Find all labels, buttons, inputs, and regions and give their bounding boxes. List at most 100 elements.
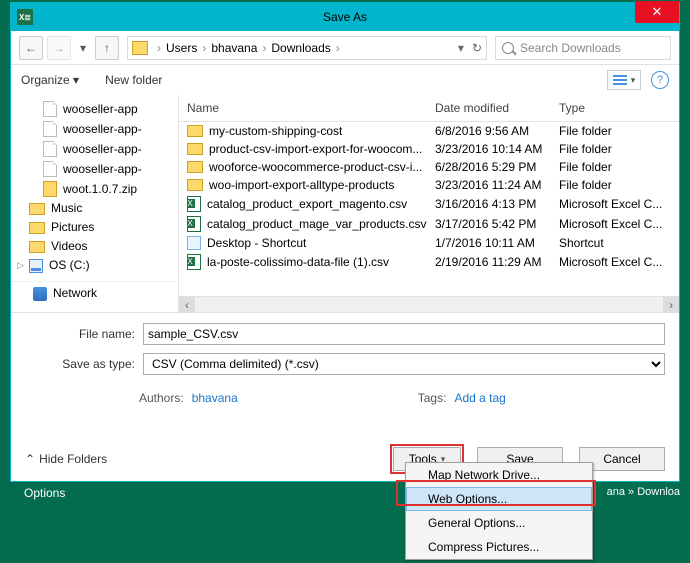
sidebar-item-network[interactable]: Network	[11, 281, 178, 303]
history-dropdown[interactable]: ▾	[75, 36, 91, 60]
sidebar-item[interactable]: wooseller-app	[11, 99, 178, 119]
separator: ›	[154, 41, 164, 55]
file-name: Desktop - Shortcut	[207, 236, 306, 250]
sidebar-item-label: Network	[53, 286, 97, 301]
tags-label: Tags:	[418, 391, 447, 405]
filename-label: File name:	[25, 327, 143, 341]
sidebar-item-label: wooseller-app	[63, 102, 138, 117]
organize-menu[interactable]: Organize ▾	[21, 73, 79, 87]
sidebar-item[interactable]: wooseller-app-	[11, 159, 178, 179]
crumb-downloads[interactable]: Downloads	[271, 41, 330, 55]
file-row[interactable]: la-poste-colissimo-data-file (1).csv2/19…	[179, 252, 679, 272]
sidebar-item[interactable]: ▷OS (C:)	[11, 256, 178, 275]
menu-item[interactable]: Map Network Drive...	[406, 463, 592, 487]
addr-dropdown[interactable]: ▾	[458, 41, 464, 55]
dialog-title: Save As	[323, 10, 367, 24]
file-name: my-custom-shipping-cost	[209, 124, 342, 138]
nav-bar: ← → ▾ ↑ › Users › bhavana › Downloads › …	[11, 31, 679, 65]
backstage-options[interactable]: Options	[10, 478, 79, 508]
sidebar-item-label: wooseller-app-	[63, 122, 142, 137]
file-name: wooforce-woocommerce-product-csv-i...	[209, 160, 422, 174]
folder-icon	[132, 41, 148, 55]
file-row[interactable]: wooforce-woocommerce-product-csv-i...6/2…	[179, 158, 679, 176]
expand-icon[interactable]: ▷	[17, 258, 24, 273]
folder-icon	[187, 125, 203, 137]
file-row[interactable]: Desktop - Shortcut1/7/2016 10:11 AMShort…	[179, 234, 679, 252]
col-date[interactable]: Date modified	[435, 101, 559, 115]
separator: ›	[199, 41, 209, 55]
shortcut-icon	[187, 236, 201, 250]
file-name: product-csv-import-export-for-woocom...	[209, 142, 422, 156]
tags-value[interactable]: Add a tag	[454, 391, 505, 405]
titlebar: X≣ Save As ✕	[11, 3, 679, 31]
sidebar-item[interactable]: Pictures	[11, 218, 178, 237]
folder-icon	[29, 241, 45, 253]
file-row[interactable]: catalog_product_export_magento.csv3/16/2…	[179, 194, 679, 214]
close-button[interactable]: ✕	[635, 1, 679, 23]
sidebar-item-label: wooseller-app-	[63, 142, 142, 157]
forward-button[interactable]: →	[47, 36, 71, 60]
save-as-dialog: X≣ Save As ✕ ← → ▾ ↑ › Users › bhavana ›…	[10, 2, 680, 482]
sidebar-item[interactable]: Videos	[11, 237, 178, 256]
back-button[interactable]: ←	[19, 36, 43, 60]
menu-item[interactable]: Compress Pictures...	[406, 535, 592, 559]
search-input[interactable]: Search Downloads	[495, 36, 671, 60]
file-type: File folder	[559, 142, 671, 156]
file-type: Microsoft Excel C...	[559, 197, 671, 211]
refresh-button[interactable]: ↻	[472, 41, 482, 55]
savetype-select[interactable]: CSV (Comma delimited) (*.csv)	[143, 353, 665, 375]
chevron-up-icon: ⌃	[25, 452, 35, 466]
tools-menu[interactable]: Map Network Drive...Web Options...Genera…	[405, 462, 593, 560]
sidebar-item-label: Videos	[51, 239, 87, 254]
authors-label: Authors:	[139, 391, 184, 405]
folder-icon	[29, 222, 45, 234]
sidebar-item[interactable]: woot.1.0.7.zip	[11, 179, 178, 199]
search-icon	[502, 42, 514, 54]
file-type: Microsoft Excel C...	[559, 255, 671, 269]
backstage-breadcrumb: ana » Downloa	[607, 486, 680, 498]
crumb-users[interactable]: Users	[166, 41, 197, 55]
file-date: 3/23/2016 10:14 AM	[435, 142, 559, 156]
file-row[interactable]: product-csv-import-export-for-woocom... 3…	[179, 140, 679, 158]
file-list[interactable]: Name Date modified Type my-custom-shippi…	[179, 95, 679, 312]
file-row[interactable]: my-custom-shipping-cost6/8/2016 9:56 AMF…	[179, 122, 679, 140]
file-date: 3/17/2016 5:42 PM	[435, 217, 559, 231]
file-date: 1/7/2016 10:11 AM	[435, 236, 559, 250]
view-options[interactable]: ▾	[607, 70, 641, 90]
help-button[interactable]: ?	[651, 71, 669, 89]
scroll-left[interactable]: ‹	[179, 297, 195, 313]
explorer-body: wooseller-app wooseller-app-wooseller-app…	[11, 95, 679, 313]
horizontal-scrollbar[interactable]: ‹ ›	[179, 296, 679, 312]
sidebar-item-label: Pictures	[51, 220, 94, 235]
file-icon	[43, 121, 57, 137]
menu-item[interactable]: Web Options...	[406, 487, 592, 511]
file-row[interactable]: woo-import-export-alltype-products3/23/2…	[179, 176, 679, 194]
file-date: 3/16/2016 4:13 PM	[435, 197, 559, 211]
crumb-bhavana[interactable]: bhavana	[211, 41, 257, 55]
sidebar-item[interactable]: wooseller-app-	[11, 139, 178, 159]
column-headers[interactable]: Name Date modified Type	[179, 95, 679, 122]
col-type[interactable]: Type	[559, 101, 671, 115]
col-name[interactable]: Name	[187, 101, 435, 115]
up-button[interactable]: ↑	[95, 36, 119, 60]
folder-icon	[187, 179, 203, 191]
file-name: catalog_product_mage_var_products.csv	[207, 217, 426, 231]
nav-tree[interactable]: wooseller-app wooseller-app-wooseller-app…	[11, 95, 179, 312]
toolbar: Organize ▾ New folder ▾ ?	[11, 65, 679, 95]
menu-item[interactable]: General Options...	[406, 511, 592, 535]
authors-value[interactable]: bhavana	[192, 391, 238, 405]
filename-input[interactable]	[143, 323, 665, 345]
sidebar-item[interactable]: wooseller-app-	[11, 119, 178, 139]
new-folder-button[interactable]: New folder	[105, 73, 162, 87]
scroll-right[interactable]: ›	[663, 297, 679, 313]
address-bar[interactable]: › Users › bhavana › Downloads › ▾ ↻	[127, 36, 487, 60]
file-icon	[43, 141, 57, 157]
drive-icon	[29, 259, 43, 273]
sidebar-item[interactable]: Music	[11, 199, 178, 218]
file-type: Microsoft Excel C...	[559, 217, 671, 231]
hide-folders-button[interactable]: ⌃ Hide Folders	[25, 452, 107, 466]
file-name: woo-import-export-alltype-products	[209, 178, 394, 192]
excel-icon	[187, 254, 201, 270]
fields: File name: Save as type: CSV (Comma deli…	[11, 313, 679, 389]
file-row[interactable]: catalog_product_mage_var_products.csv 3/1…	[179, 214, 679, 234]
